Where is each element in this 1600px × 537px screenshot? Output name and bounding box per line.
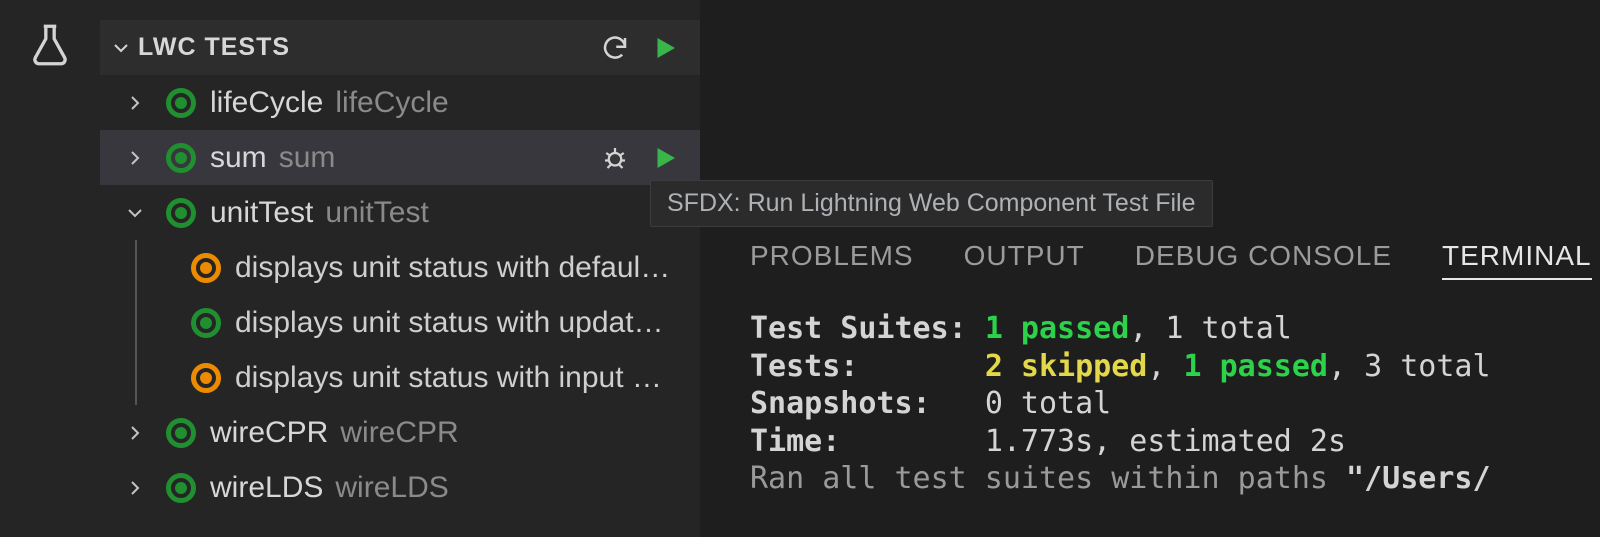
test-label: displays unit status with input … — [235, 361, 662, 395]
suite-name: wireLDS — [210, 471, 323, 505]
test-suite-unittest[interactable]: unitTest unitTest — [100, 185, 700, 240]
terminal-output[interactable]: Test Suites: 1 passed, 1 total Tests: 2 … — [750, 290, 1600, 498]
suite-desc: wireCPR — [340, 416, 458, 450]
t-line1-label: Test Suites: — [750, 311, 985, 346]
beaker-icon[interactable] — [25, 20, 75, 70]
status-pass-icon — [166, 88, 196, 118]
t-line2-passed: 1 passed — [1184, 349, 1329, 384]
test-suite-wirelds[interactable]: wireLDS wireLDS — [100, 460, 700, 515]
test-suite-wirecpr[interactable]: wireCPR wireCPR — [100, 405, 700, 460]
tree-guide — [135, 295, 137, 350]
t-line4-label: Time: — [750, 424, 985, 459]
t-line1-passed: 1 passed — [985, 311, 1130, 346]
t-line2-skipped: 2 skipped — [985, 349, 1148, 384]
status-pass-icon — [166, 473, 196, 503]
test-case[interactable]: displays unit status with input … — [100, 350, 700, 405]
panel-tabs: PROBLEMS OUTPUT DEBUG CONSOLE TERMINAL — [750, 240, 1600, 290]
tab-output[interactable]: OUTPUT — [964, 240, 1085, 280]
tab-debug-console[interactable]: DEBUG CONSOLE — [1135, 240, 1392, 280]
chevron-right-icon — [118, 471, 152, 505]
status-pass-icon — [166, 198, 196, 228]
t-line2-sep: , — [1147, 349, 1183, 384]
refresh-icon[interactable] — [594, 27, 636, 69]
debug-icon[interactable] — [594, 137, 636, 179]
test-suite-lifecycle[interactable]: lifeCycle lifeCycle — [100, 75, 700, 130]
activity-bar — [0, 0, 100, 537]
suite-name: wireCPR — [210, 416, 328, 450]
panel-header[interactable]: LWC TESTS — [100, 20, 700, 75]
tree-guide — [135, 240, 137, 295]
bottom-panel: PROBLEMS OUTPUT DEBUG CONSOLE TERMINAL T… — [750, 240, 1600, 537]
suite-desc: wireLDS — [335, 471, 448, 505]
chevron-right-icon — [118, 141, 152, 175]
tab-terminal[interactable]: TERMINAL — [1442, 240, 1592, 280]
test-suite-sum[interactable]: sum sum — [100, 130, 700, 185]
t-line1-rest: , 1 total — [1129, 311, 1292, 346]
chevron-down-icon — [104, 31, 138, 65]
chevron-down-icon — [118, 196, 152, 230]
panel-title: LWC TESTS — [138, 33, 290, 62]
t-line3-label: Snapshots: — [750, 386, 985, 421]
t-line2-rest: , 3 total — [1328, 349, 1491, 384]
status-pass-icon — [166, 418, 196, 448]
t-line3-rest: 0 total — [985, 386, 1111, 421]
chevron-right-icon — [118, 416, 152, 450]
test-case[interactable]: displays unit status with defaul… — [100, 240, 700, 295]
editor-area: SFDX: Run Lightning Web Component Test F… — [700, 0, 1600, 537]
status-pass-icon — [166, 143, 196, 173]
chevron-right-icon — [118, 86, 152, 120]
status-pass-icon — [191, 308, 221, 338]
test-label: displays unit status with defaul… — [235, 251, 670, 285]
status-skipped-icon — [191, 253, 221, 283]
tree-guide — [135, 350, 137, 405]
t-line4-rest: 1.773s, estimated 2s — [985, 424, 1346, 459]
suite-name: lifeCycle — [210, 86, 323, 120]
tooltip: SFDX: Run Lightning Web Component Test F… — [650, 180, 1213, 227]
test-case[interactable]: displays unit status with updat… — [100, 295, 700, 350]
suite-desc: unitTest — [325, 196, 428, 230]
suite-name: unitTest — [210, 196, 313, 230]
suite-name: sum — [210, 141, 267, 175]
suite-desc: sum — [279, 141, 336, 175]
test-sidebar: LWC TESTS lifeCycle lifeCycle sum sum — [100, 0, 700, 537]
tab-problems[interactable]: PROBLEMS — [750, 240, 914, 280]
run-icon[interactable] — [644, 137, 686, 179]
t-line5-a: Ran all test suites within paths — [750, 461, 1346, 496]
suite-desc: lifeCycle — [335, 86, 448, 120]
t-line5-b: "/Users/ — [1346, 461, 1491, 496]
status-skipped-icon — [191, 363, 221, 393]
test-label: displays unit status with updat… — [235, 306, 664, 340]
t-line2-label: Tests: — [750, 349, 985, 384]
run-all-icon[interactable] — [644, 27, 686, 69]
